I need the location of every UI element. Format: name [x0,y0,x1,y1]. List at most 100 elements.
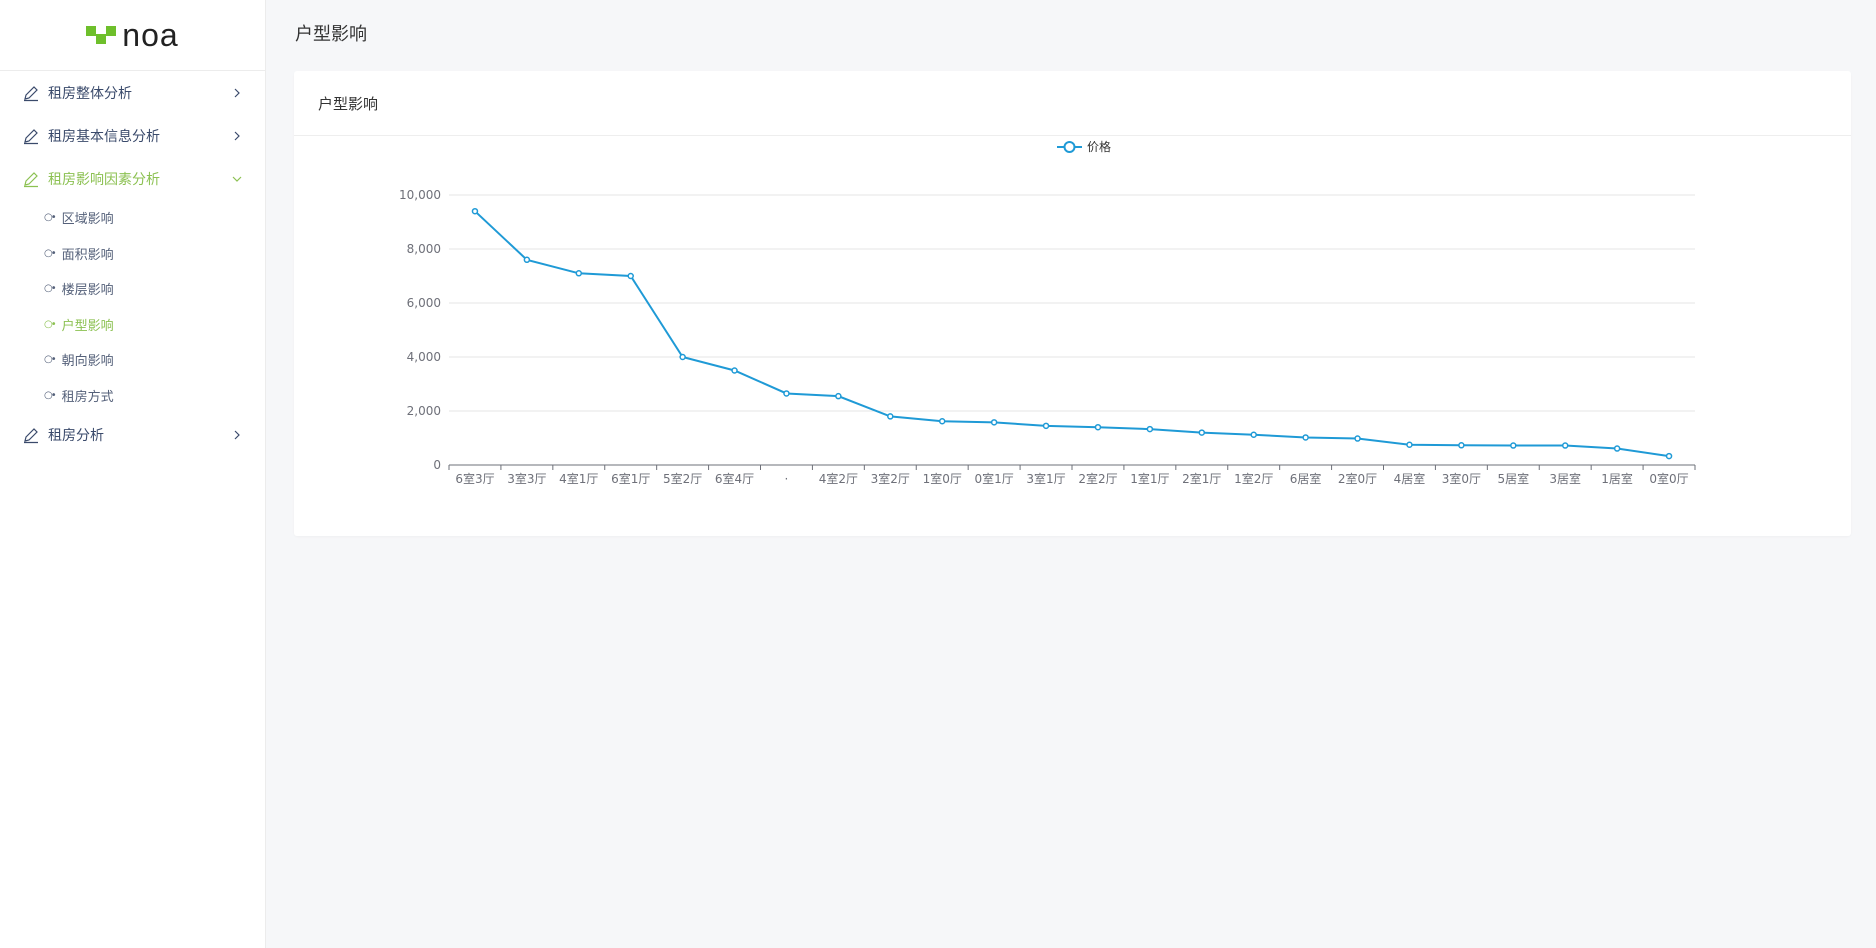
data-point [1302,434,1309,441]
sidebar-item-rent-analysis[interactable]: 租房分析 [0,413,265,456]
data-point [731,367,738,374]
x-tick-label: · [785,472,789,486]
x-tick-label: 2室1厅 [1182,471,1221,486]
x-tick-label: 6室3厅 [455,471,494,486]
bullet-icon: ○• [44,283,57,295]
submenu: ○• 区域影响 ○• 面积影响 ○• 楼层影响 ○• 户型影响 ○• 朝向影响 … [0,200,265,413]
edit-icon [24,128,38,144]
sidebar-item-overall-analysis[interactable]: 租房整体分析 [0,71,265,114]
sidebar-subitem-label: 楼层影响 [61,283,114,299]
chevron-right-icon [234,88,240,97]
x-tick-label: 3室1厅 [1026,471,1065,486]
x-tick-label: 4居室 [1394,471,1426,486]
chevron-down-icon [232,176,242,182]
chart-card: 户型影响 0 2,000 4,000 6,000 8,000 10,000 6室3厅 3室3厅… [294,71,1851,536]
edit-icon [24,85,38,101]
edit-icon [24,427,38,443]
page-title: 户型影响 [295,24,367,45]
line-chart: 0 2,000 4,000 6,000 8,000 10,000 6室3厅 3室3厅 4室1厅 6… [399,139,1696,486]
sidebar-item-label: 租房分析 [48,427,104,444]
data-point [1613,445,1621,452]
sidebar-subitem-orientation[interactable]: ○• 朝向影响 [0,342,265,378]
bullet-icon: ○• [44,389,57,401]
y-tick-label: 2,000 [407,404,441,418]
x-tick-label: 6室1厅 [611,471,650,486]
sidebar-item-influence-factors[interactable]: 租房影响因素分析 [0,157,265,200]
x-tick-label: 5室2厅 [663,471,702,486]
chevron-right-icon [234,131,240,140]
data-point [1250,431,1257,439]
data-point [1146,425,1154,433]
x-tick-label: 1室2厅 [1234,471,1273,486]
data-point [1510,442,1517,449]
sidebar-item-label: 租房影响因素分析 [48,171,160,188]
data-point [835,392,842,400]
data-point [471,207,479,215]
x-tick-label: 3居室 [1549,471,1581,486]
sidebar-subitem-rent-method[interactable]: ○• 租房方式 [0,378,265,414]
x-tick-label: 0室0厅 [1649,471,1688,486]
data-point [1406,441,1413,448]
logo-text: noa [122,17,179,53]
x-tick-label: 2室0厅 [1338,471,1377,486]
x-tick-label: 3室0厅 [1442,471,1481,486]
series-line [474,210,1670,458]
data-point [1458,442,1465,449]
x-tick-label: 6居室 [1290,471,1322,486]
data-point [1665,452,1673,460]
sidebar-menu: 租房整体分析 租房基本信息分析 租房影响因素分析 ○• 区域影响 ○• 面积影响… [0,71,265,456]
legend-label: 价格 [1087,139,1111,154]
sidebar-subitem-label: 区域影响 [61,212,114,228]
data-point [627,272,634,280]
edit-icon [24,171,38,187]
data-point [783,390,790,397]
data-point [1094,423,1102,431]
data-point [679,353,686,361]
sidebar-subitem-label: 面积影响 [61,247,114,263]
data-point [990,419,998,426]
bullet-icon: ○• [44,354,57,366]
sidebar-subitem-label: 租房方式 [61,389,114,405]
sidebar-item-label: 租房整体分析 [48,85,132,102]
data-point [887,413,894,420]
chevron-right-icon [234,430,240,439]
sidebar-subitem-label: 朝向影响 [61,354,114,370]
bullet-icon: ○• [44,212,57,224]
bullet-icon: ○• [44,247,57,259]
bullet-icon: ○• [44,318,57,330]
sidebar: noa 租房整体分析 租房基本信息分析 租房影响因素分析 ○• 区域影响 ○• … [0,0,266,948]
legend-marker-icon [1063,141,1076,153]
sidebar-subitem-label: 户型影响 [61,318,114,334]
data-point [1198,429,1206,436]
x-tick-label: 4室1厅 [559,471,598,486]
logo-mark-icon [86,24,118,46]
y-tick-label: 8,000 [407,242,441,256]
sidebar-subitem-floor[interactable]: ○• 楼层影响 [0,271,265,307]
x-tick-label: 6室4厅 [715,471,754,486]
x-tick-label: 1居室 [1601,471,1633,486]
y-tick-label: 6,000 [407,296,441,310]
data-point [938,418,946,425]
x-tick-label: 3室2厅 [871,471,910,486]
data-point [575,270,583,277]
x-tick-label: 4室2厅 [819,471,858,486]
sidebar-subitem-layout[interactable]: ○• 户型影响 [0,307,265,343]
x-tick-label: 0室1厅 [974,471,1013,486]
x-tick-label: 1室1厅 [1130,471,1169,486]
data-point [1354,435,1361,442]
sidebar-subitem-region[interactable]: ○• 区域影响 [0,200,265,236]
data-point [1042,422,1050,430]
x-tick-label: 3室3厅 [507,471,546,486]
y-tick-label: 0 [433,458,441,472]
logo[interactable]: noa [0,0,265,71]
sidebar-subitem-area[interactable]: ○• 面积影响 [0,236,265,272]
data-point [1561,442,1569,449]
data-point [523,256,531,264]
sidebar-item-label: 租房基本信息分析 [48,128,160,145]
y-tick-label: 10,000 [399,188,441,202]
x-tick-label: 5居室 [1497,471,1529,486]
x-tick-label: 2室2厅 [1078,471,1117,486]
sidebar-item-basic-info-analysis[interactable]: 租房基本信息分析 [0,114,265,157]
x-tick-label: 1室0厅 [923,471,962,486]
y-tick-label: 4,000 [407,350,441,364]
